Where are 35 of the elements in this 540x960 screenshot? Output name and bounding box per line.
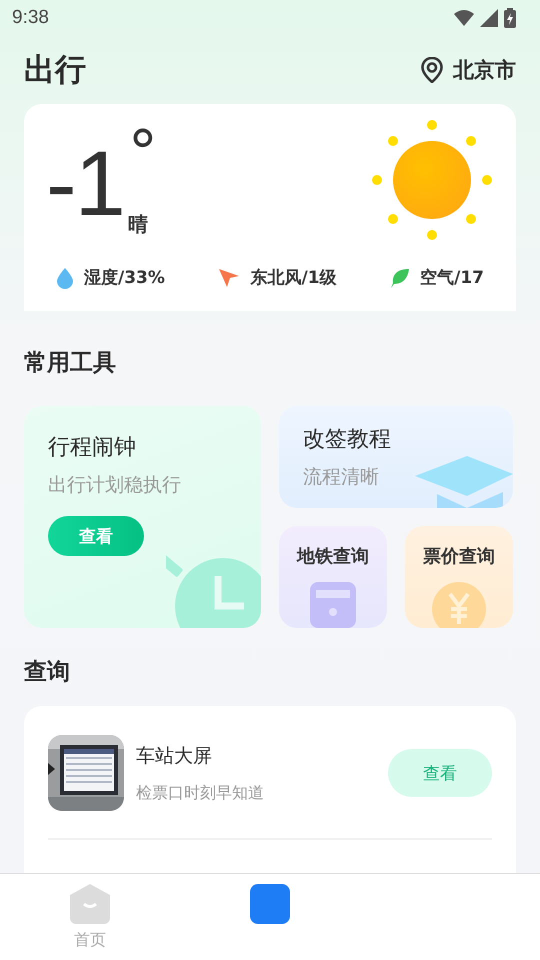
section-title: 查询 (22, 658, 71, 687)
weather-stat: 东北风/1级 (250, 267, 337, 289)
card-title: 票价查询 (423, 545, 495, 568)
temperature: -1 (46, 138, 124, 230)
weather-stat: 湿度/33% (84, 267, 165, 289)
water-drop-icon (56, 266, 74, 288)
leaf-icon (390, 266, 410, 288)
alarm-card[interactable]: 行程闹钟 出行计划稳执行 查看 (24, 406, 261, 628)
wifi-icon (454, 10, 474, 26)
page-title: 出行 (24, 51, 86, 90)
yen-coin-icon (432, 582, 486, 628)
card-title: 改签教程 (303, 426, 392, 454)
degree-sign: ° (128, 128, 158, 178)
signal-icon (480, 9, 498, 27)
weather-stat: 空气/17 (420, 267, 484, 289)
city-name[interactable]: 北京市 (453, 56, 516, 84)
sun-icon (372, 120, 492, 240)
tutorial-card[interactable]: 改签教程 流程清晰 (279, 406, 513, 508)
item-subtitle: 检票口时刻早知道 (136, 782, 265, 804)
battery-icon (504, 8, 516, 28)
status-time: 9:38 (12, 7, 49, 29)
item-title: 车站大屏 (136, 744, 213, 768)
tab-icon[interactable] (250, 884, 290, 924)
section-title: 常用工具 (23, 349, 117, 378)
location-pin-icon[interactable] (421, 57, 443, 83)
fare-card[interactable]: 票价查询 (405, 526, 513, 628)
direction-arrow-icon (218, 266, 240, 288)
weather-condition: 晴 (128, 211, 149, 238)
card-subtitle: 流程清晰 (303, 465, 380, 490)
metro-card[interactable]: 地铁查询 (279, 526, 387, 628)
card-title: 地铁查询 (297, 545, 369, 568)
card-title: 行程闹钟 (48, 434, 137, 462)
graduation-cap-icon (415, 456, 513, 508)
train-icon (310, 582, 356, 628)
card-subtitle: 出行计划稳执行 (48, 473, 182, 498)
